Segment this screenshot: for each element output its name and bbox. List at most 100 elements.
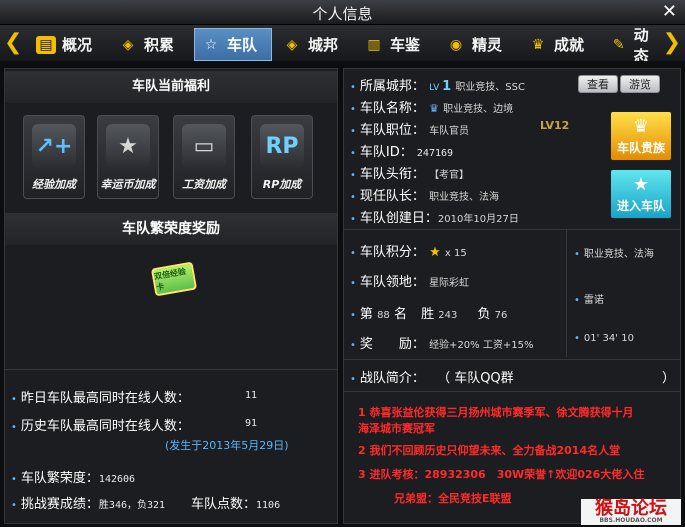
bullet-icon: • <box>11 422 17 433</box>
tab-accumulation[interactable]: ◈ 积累 <box>112 28 190 61</box>
prosperity-row: • 车队繁荣度：142606 <box>11 467 135 486</box>
intro-row: • 战队简介： （ 车队QQ群 <box>350 367 514 386</box>
divider <box>344 229 680 230</box>
intro-line-2: 海泽城市赛冠军 <box>358 422 435 435</box>
side-name: • 雷诺 <box>574 295 604 306</box>
bullet-icon: • <box>574 333 580 344</box>
tab-label: 城邦 <box>308 36 339 54</box>
team-badge-icon: ♛ <box>429 102 439 115</box>
view-button[interactable]: 查看 <box>578 75 618 93</box>
intro-value: （ 车队QQ群 <box>437 371 514 386</box>
sprite-icon: ◉ <box>449 36 463 53</box>
challenge-row: • 挑战赛成绩：胜346，负321 <box>11 493 165 512</box>
city-level: LV 1 <box>429 79 452 94</box>
bullet-icon: • <box>350 214 356 225</box>
forum-watermark: 猴岛论坛 BBS.HOUDAO.COM <box>581 499 681 525</box>
created-label: 车队创建日： <box>359 211 438 226</box>
benefits-title: 车队当前福利 <box>5 71 337 103</box>
layers-icon: ◈ <box>122 36 134 53</box>
bullet-icon: • <box>350 126 356 137</box>
win-value: 243 <box>438 310 458 321</box>
window-title: 个人信息 <box>312 5 373 23</box>
card-icon: ▭ <box>182 124 226 168</box>
coin-star-icon: ★ <box>106 124 150 168</box>
points-row: 车队点数：1106 <box>191 493 280 512</box>
close-icon[interactable]: ✕ <box>662 1 677 22</box>
team-name-label: 车队名称： <box>359 101 425 116</box>
book-icon: ▥ <box>367 36 381 53</box>
divider <box>344 391 680 392</box>
next-tabs-arrow-icon[interactable]: ❯ <box>663 30 681 55</box>
score-value: x 15 <box>444 248 467 259</box>
loss-label: 负 <box>477 307 491 322</box>
intro-line-5: 兄弟盟：全民竞技E联盟 <box>394 492 512 505</box>
side-time: • 01' 34' 10 <box>574 333 634 344</box>
tab-car-guide[interactable]: ▥ 车鉴 <box>358 28 436 61</box>
rank-row: • 第 88 名 胜 243 负 76 <box>350 303 507 322</box>
enter-team-label: 进入车队 <box>616 199 665 213</box>
city-label: 所属城邦： <box>359 79 425 94</box>
luck-coin-bonus-tile[interactable]: ★ 幸运币加成 <box>97 115 159 199</box>
stats-divider <box>566 229 567 357</box>
yesterday-online-row: • 昨日车队最高同时在线人数： <box>11 387 190 406</box>
window-titlebar: 个人信息 ✕ <box>0 0 685 25</box>
reward-value: 经验+20% 工资+15% <box>429 340 534 351</box>
crown-icon: ♛ <box>632 116 650 137</box>
points-value: 1106 <box>256 500 281 511</box>
bonus-label: 经验加成 <box>32 178 76 191</box>
bullet-icon: • <box>350 82 356 93</box>
tab-city[interactable]: ◈ 城邦 <box>276 28 354 61</box>
bullet-icon: • <box>350 374 356 385</box>
bullet-icon: • <box>350 148 356 159</box>
bullet-icon: • <box>350 310 356 321</box>
captain-row: • 现任队长： 职业竞技、法海 <box>350 185 499 204</box>
created-value: 2010年10月27日 <box>437 214 519 225</box>
bullet-icon: • <box>350 104 356 115</box>
bonus-label: 工资加成 <box>182 178 226 191</box>
territory-value: 星际彩虹 <box>429 278 470 289</box>
tab-label: 车鉴 <box>390 36 421 54</box>
team-noble-button[interactable]: ♛ 车队贵族 <box>610 111 672 161</box>
history-online-value: 91 <box>245 418 258 429</box>
team-level: LV12 <box>540 119 570 132</box>
enter-team-button[interactable]: ★ 进入车队 <box>610 169 672 219</box>
exp-bonus-tile[interactable]: ↗+ 经验加成 <box>23 115 85 199</box>
rank-prefix: 第 <box>359 307 373 322</box>
exp-up-icon: ↗+ <box>32 124 76 168</box>
tab-sprite[interactable]: ◉ 精灵 <box>440 28 518 61</box>
tab-team[interactable]: ☆ 车队 <box>194 28 272 61</box>
history-online-label: 历史车队最高同时在线人数： <box>20 419 190 434</box>
bullet-icon: • <box>574 295 580 306</box>
double-exp-card-icon[interactable]: 双倍经验卡 <box>150 261 198 297</box>
tab-label: 积累 <box>144 36 175 54</box>
rank-suffix: 名 <box>393 307 407 322</box>
tab-label: 车队 <box>227 36 258 54</box>
left-panel: 车队当前福利 ↗+ 经验加成 ★ 幸运币加成 ▭ 工资加成 RP RP加成 车队… <box>4 68 338 524</box>
tab-activity[interactable]: ✎ 动态 <box>604 28 660 61</box>
right-panel: • 所属城邦： LV 1 职业竞技、SSC 查看 游览 • 车队名称： ♛ 职业竞技… <box>343 68 681 524</box>
captain-label: 现任队长： <box>359 189 425 204</box>
challenge-value: 胜346，负321 <box>98 500 166 511</box>
score-row: • 车队积分： ★ x 15 <box>350 241 467 260</box>
city-row: • 所属城邦： LV 1 职业竞技、SSC <box>350 75 525 94</box>
reward-row: • 奖 励： 经验+20% 工资+15% <box>350 333 533 352</box>
salary-bonus-tile[interactable]: ▭ 工资加成 <box>173 115 235 199</box>
star-icon: ★ <box>429 245 441 260</box>
tab-overview[interactable]: ▤ 概况 <box>30 28 108 61</box>
position-row: • 车队职位： 车队官员 <box>350 119 469 138</box>
loss-value: 76 <box>494 310 508 321</box>
rp-bonus-tile[interactable]: RP RP加成 <box>251 115 313 199</box>
challenge-label: 挑战赛成绩： <box>20 497 99 512</box>
side-captain: • 职业竞技、法海 <box>574 249 654 260</box>
tab-bar: ❮ ▤ 概况 ◈ 积累 ☆ 车队 ◈ 城邦 ▥ 车鉴 ◉ 精灵 ♛ 成就 ✎ 动… <box>0 25 685 63</box>
intro-label: 战队简介： <box>359 371 425 386</box>
tab-achievements[interactable]: ♛ 成就 <box>522 28 600 61</box>
score-label: 车队积分： <box>359 245 425 260</box>
history-online-row: • 历史车队最高同时在线人数： <box>11 415 190 434</box>
intro-close-paren: ） <box>662 371 676 386</box>
prev-tabs-arrow-icon[interactable]: ❮ <box>4 30 22 55</box>
pencil-icon: ✎ <box>612 36 625 53</box>
prosperity-value: 142606 <box>98 474 136 485</box>
tab-label: 精灵 <box>472 36 503 54</box>
tour-button[interactable]: 游览 <box>620 75 660 93</box>
